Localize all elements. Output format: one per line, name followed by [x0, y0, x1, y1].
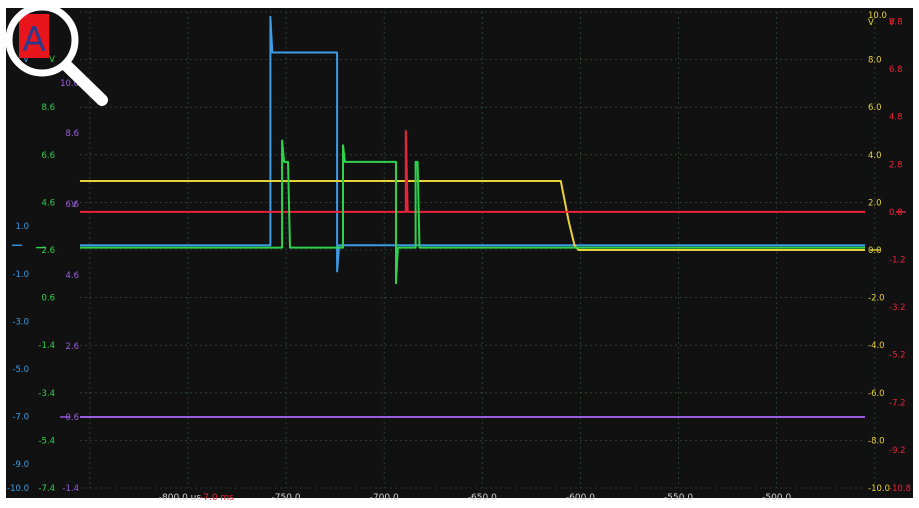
channel-a-badge-letter: A: [22, 20, 45, 60]
y-tick-label: 4.6: [41, 198, 55, 208]
y-tick-label: 1.0: [15, 222, 29, 232]
y-tick-label: 4.8: [889, 113, 903, 123]
y-tick-label: 6.6: [41, 151, 55, 161]
y-tick-label: 2.6: [65, 342, 79, 352]
y-tick-label: 6.8: [889, 65, 903, 75]
y-tick-label: 4.0: [868, 151, 882, 161]
y-tick-label: 8.6: [41, 103, 55, 113]
x-tick-label: -750.0: [272, 493, 301, 503]
oscilloscope-chart: 1.0 -1.0 -3.0 -5.0 -7.0 -9.0 -10.0 8.6 6.6 4.6 2.6…: [5, 3, 913, 503]
y-tick-label: -10.0: [7, 484, 29, 494]
y-tick-label: 0.0: [868, 246, 882, 256]
y-tick-label: 8.6: [65, 129, 79, 139]
y-tick-label: -8.0: [868, 436, 885, 446]
y-tick-label: -9.0: [12, 460, 29, 470]
x-tick-label: -800.0 us: [159, 493, 202, 503]
y-tick-label: -6.0: [868, 389, 885, 399]
y-tick-label: 0.6: [41, 294, 55, 304]
y-tick-label: -3.4: [38, 389, 55, 399]
x-tick-label: -550.0: [664, 493, 693, 503]
y-tick-label: 0.6: [65, 413, 79, 423]
y-tick-label: -10.0: [868, 484, 890, 494]
y-tick-label: 8.0: [868, 56, 882, 66]
y-tick-label: -5.2: [889, 351, 906, 361]
y-unit-label: V: [889, 18, 895, 28]
x-tick-label: -700.0: [370, 493, 399, 503]
y-tick-label: -5.0: [12, 365, 29, 375]
y-tick-label: -10.8: [889, 484, 911, 494]
y-unit-label: V: [868, 18, 874, 28]
y-tick-label: 4.6: [65, 271, 79, 281]
y-tick-label: -4.0: [868, 341, 885, 351]
y-tick-label: -1.0: [12, 270, 29, 280]
y-tick-label: 2.8: [889, 160, 903, 170]
y-tick-label: -5.4: [38, 436, 55, 446]
y-tick-label: 2.0: [868, 198, 882, 208]
y-unit-label: V: [49, 55, 55, 65]
y-tick-label: -7.4: [38, 484, 55, 494]
x-tick-label: -600.0: [566, 493, 595, 503]
y-tick-label: -1.4: [38, 341, 55, 351]
y-tick-label: -9.2: [889, 446, 906, 456]
y-tick-label: -1.4: [62, 484, 79, 494]
y-tick-label: -2.0: [868, 294, 885, 304]
y-tick-label: -7.2: [889, 398, 906, 408]
y-tick-label: -7.0: [12, 413, 29, 423]
y-tick-label: 6.0: [868, 103, 882, 113]
y-tick-label: -3.2: [889, 303, 906, 313]
y-unit-label: V: [71, 200, 77, 210]
x-tick-label: -650.0: [468, 493, 497, 503]
y-tick-label: -3.0: [12, 317, 29, 327]
y-tick-label: -1.2: [889, 256, 906, 266]
y-tick-label: 0.8: [889, 208, 903, 218]
x-tick-label: -500.0: [762, 493, 791, 503]
x-axis-offset-label: -7.0 ms: [200, 493, 234, 503]
